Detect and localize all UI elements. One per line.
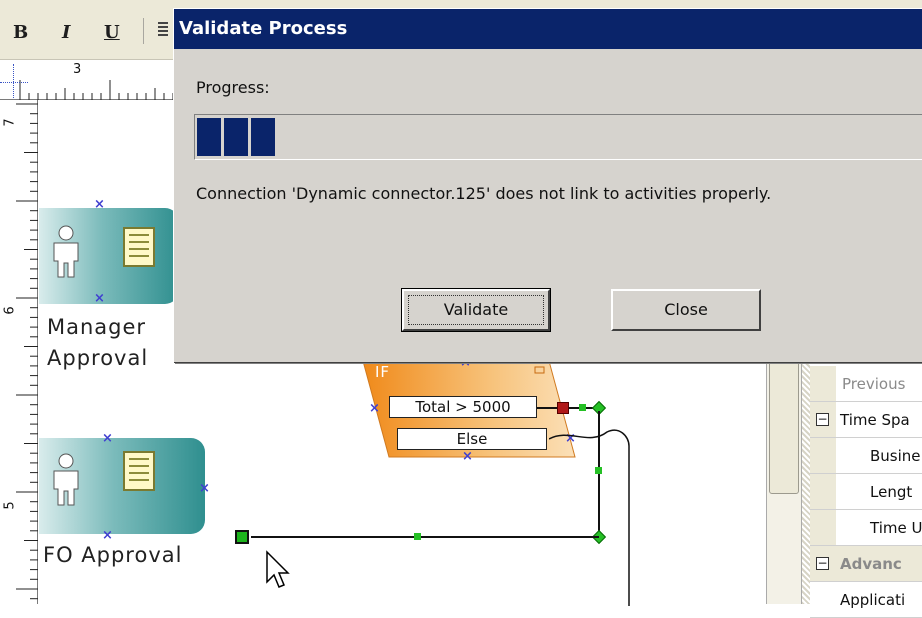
underline-button[interactable]: U [104,22,120,43]
validate-button[interactable]: Validate [401,288,551,332]
splitter-bar[interactable] [802,360,810,604]
progress-block [251,118,275,156]
connector-line[interactable] [251,536,599,538]
connection-point-marker: × [102,431,113,446]
ruler-label-left-1: 7 [2,118,18,127]
if-label: IF [375,363,391,381]
scrollbar-thumb[interactable] [769,360,799,494]
ruler-label-left-3: 5 [2,501,18,510]
condition-else-box[interactable]: Else [397,428,547,450]
progress-fill [197,118,278,156]
progress-label: Progress: [196,78,270,97]
property-row[interactable]: − Advanc [810,546,922,582]
property-row[interactable]: Time U [810,510,922,546]
ruler-label-left-2: 6 [2,306,18,315]
close-button[interactable]: Close [611,289,761,331]
progress-block [197,118,221,156]
connection-point-marker: × [369,401,380,416]
else-connector-curve[interactable] [549,426,649,606]
property-label: Lengt [870,483,913,501]
connector-end-marker[interactable] [557,402,569,414]
connection-point-marker: × [94,291,105,306]
vertical-ruler-ticks [16,103,38,600]
connector-handle[interactable] [414,533,421,540]
condition-total-box[interactable]: Total > 5000 [389,396,537,418]
document-icon [123,451,155,491]
mouse-pointer-icon [266,550,290,588]
connector-handle[interactable] [579,404,586,411]
vertical-scrollbar[interactable] [766,360,802,604]
document-icon [123,227,155,267]
align-icon[interactable] [158,22,168,38]
property-label: Applicati [840,591,906,609]
property-label: Advanc [840,555,902,573]
property-row[interactable]: Lengt [810,474,922,510]
collapse-icon[interactable]: − [816,557,829,570]
manager-label-line2: Approval [47,346,149,370]
ruler-label-top: 3 [73,62,82,77]
property-row[interactable]: Busine [810,438,922,474]
close-button-label: Close [664,300,708,319]
property-label: Busine [870,447,921,465]
property-row[interactable]: − Time Spa [810,402,922,438]
properties-grid: Previous − Time Spa Busine Lengt Time U … [810,366,922,618]
property-label: Time U [870,519,922,537]
progress-bar [194,114,922,160]
progress-block [224,118,248,156]
ruler-guide-vertical [13,64,14,98]
ruler-guide-horizontal [0,82,28,83]
status-message: Connection 'Dynamic connector.125' does … [196,184,772,203]
connection-point-marker: × [94,197,105,212]
person-icon [53,453,79,506]
toolbar-separator [143,18,144,44]
validate-process-dialog: Validate Process Progress: Connection 'D… [173,8,922,362]
vertical-ruler: 7 6 5 [0,100,38,604]
connector-start-marker[interactable] [235,530,249,544]
property-row[interactable]: Previous [810,366,922,402]
dialog-title[interactable]: Validate Process [174,9,922,49]
bold-button[interactable]: B [13,22,28,43]
cfo-approval-label: FO Approval [43,543,183,567]
connection-point-marker: × [462,449,473,464]
italic-button[interactable]: I [62,22,70,43]
manager-label-line1: Manager [47,315,147,339]
connection-point-marker: × [199,481,210,496]
property-label: Previous [842,375,906,393]
property-label: Time Spa [840,411,910,429]
connection-point-marker: × [102,528,113,543]
person-icon [53,225,79,278]
collapse-icon[interactable]: − [816,413,829,426]
property-row[interactable]: Applicati [810,582,922,618]
